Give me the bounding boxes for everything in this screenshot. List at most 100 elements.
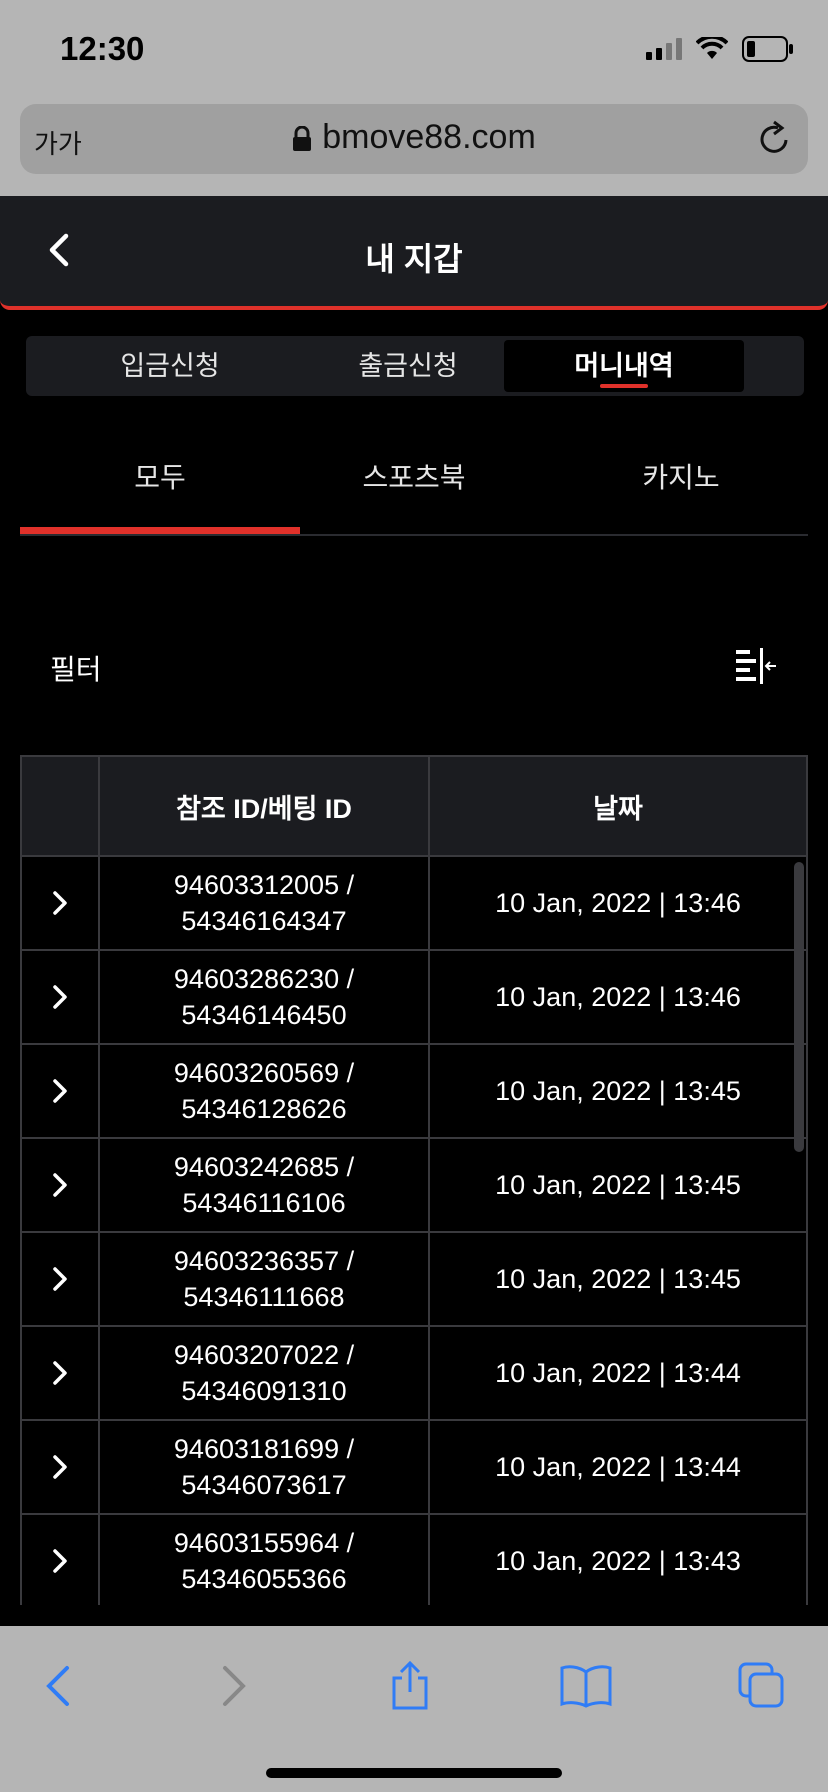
bet-id: 54346116106 — [182, 1188, 346, 1218]
ref-id: 94603260569 / — [173, 1058, 355, 1088]
reload-icon[interactable] — [758, 120, 792, 156]
expand-row-button[interactable] — [20, 1137, 100, 1233]
bet-id: 54346073617 — [181, 1470, 347, 1500]
share-button[interactable] — [380, 1656, 440, 1716]
history-table-container[interactable]: 참조 ID/베팅 ID 날짜 94603312005 / 54346164347 1… — [20, 755, 808, 1605]
chevron-right-icon — [223, 1666, 246, 1706]
date-cell: 10 Jan, 2022 | 13:46 — [428, 855, 808, 951]
ref-bet-id-cell: 94603155964 / 54346055366 — [98, 1513, 430, 1605]
chevron-right-icon — [53, 1549, 67, 1573]
bet-id: 54346091310 — [181, 1376, 347, 1406]
status-time: 12:30 — [60, 30, 145, 67]
table-row[interactable]: 94603181699 / 54346073617 10 Jan, 2022 | 1… — [20, 1419, 808, 1515]
expand-row-button[interactable] — [20, 949, 100, 1045]
filter-row: 필터 — [20, 624, 808, 708]
ref-id: 94603155964 / — [173, 1528, 355, 1558]
ref-id: 94603312005 / — [173, 870, 355, 900]
expand-row-button[interactable] — [20, 1419, 100, 1515]
table-scrollbar[interactable] — [794, 862, 804, 1152]
bookmarks-button[interactable] — [556, 1656, 616, 1716]
segment-label: 출금신청 — [358, 351, 458, 381]
share-icon — [392, 1660, 428, 1710]
url-text: bmove88.com — [322, 118, 536, 156]
tab-all[interactable]: 모두 — [20, 440, 300, 534]
ref-bet-id-cell: 94603242685 / 54346116106 — [98, 1137, 430, 1233]
chevron-right-icon — [53, 1267, 67, 1291]
ref-bet-id-cell: 94603286230 / 54346146450 — [98, 949, 430, 1045]
table-row[interactable]: 94603312005 / 54346164347 10 Jan, 2022 | 1… — [20, 855, 808, 951]
tab-casino[interactable]: 카지노 — [554, 440, 808, 534]
ref-id: 94603242685 / — [173, 1152, 355, 1182]
segment-deposit-request[interactable]: 입금신청 — [50, 340, 290, 392]
status-bar: 12:30 — [0, 0, 828, 96]
segment-label: 머니내역 — [574, 351, 674, 381]
header-date: 날짜 — [428, 755, 808, 857]
battery-icon — [742, 36, 793, 62]
bet-id: 54346146450 — [181, 1000, 347, 1030]
filter-label: 필터 — [50, 654, 102, 685]
segment-money-history[interactable]: 머니내역 — [504, 340, 744, 392]
tab-label: 카지노 — [642, 462, 720, 493]
history-category-tabs: 모두 스포츠북 카지노 — [20, 440, 808, 536]
expand-row-button[interactable] — [20, 1513, 100, 1605]
ref-id: 94603236357 / — [173, 1246, 355, 1276]
bet-id: 54346164347 — [181, 906, 347, 936]
expand-row-button[interactable] — [20, 855, 100, 951]
ref-bet-id-cell: 94603181699 / 54346073617 — [98, 1419, 430, 1515]
chevron-right-icon — [53, 1079, 67, 1103]
table-row[interactable]: 94603286230 / 54346146450 10 Jan, 2022 | 1… — [20, 949, 808, 1045]
tabs-button[interactable] — [732, 1656, 792, 1716]
filter-sort-icon[interactable] — [734, 646, 778, 686]
chevron-right-icon — [53, 1173, 67, 1197]
date-cell: 10 Jan, 2022 | 13:45 — [428, 1231, 808, 1327]
date-cell: 10 Jan, 2022 | 13:46 — [428, 949, 808, 1045]
book-icon — [560, 1665, 612, 1708]
tabs-icon — [738, 1662, 784, 1708]
chevron-right-icon — [53, 1455, 67, 1479]
table-row[interactable]: 94603242685 / 54346116106 10 Jan, 2022 | 1… — [20, 1137, 808, 1233]
lock-icon — [293, 126, 312, 152]
page-title: 내 지갑 — [365, 241, 463, 277]
table-row[interactable]: 94603236357 / 54346111668 10 Jan, 2022 | 1… — [20, 1231, 808, 1327]
tab-sportsbook[interactable]: 스포츠북 — [274, 440, 554, 534]
header-ref-id: 참조 ID/베팅 ID — [98, 755, 430, 857]
table-header-row: 참조 ID/베팅 ID 날짜 — [20, 755, 808, 857]
table-row[interactable]: 94603260569 / 54346128626 10 Jan, 2022 | 1… — [20, 1043, 808, 1139]
segment-label: 입금신청 — [120, 351, 220, 381]
expand-row-button[interactable] — [20, 1231, 100, 1327]
ref-id: 94603181699 / — [173, 1434, 355, 1464]
status-icons — [646, 36, 794, 62]
tab-label: 스포츠북 — [362, 462, 466, 493]
chevron-left-icon — [46, 1666, 69, 1706]
app-header: 내 지갑 — [0, 196, 828, 310]
ref-bet-id-cell: 94603312005 / 54346164347 — [98, 855, 430, 951]
ref-bet-id-cell: 94603207022 / 54346091310 — [98, 1325, 430, 1421]
table-row[interactable]: 94603207022 / 54346091310 10 Jan, 2022 | 1… — [20, 1325, 808, 1421]
table-row[interactable]: 94603155964 / 54346055366 10 Jan, 2022 | 1… — [20, 1513, 808, 1605]
signal-icon — [646, 38, 682, 60]
address-bar[interactable]: 가가 bmove88.com — [20, 104, 808, 174]
history-table: 참조 ID/베팅 ID 날짜 94603312005 / 54346164347 1… — [20, 755, 808, 1605]
header-expand — [20, 755, 100, 857]
date-cell: 10 Jan, 2022 | 13:43 — [428, 1513, 808, 1605]
browser-back-button[interactable] — [28, 1656, 88, 1716]
browser-forward-button[interactable] — [204, 1656, 264, 1716]
ref-bet-id-cell: 94603236357 / 54346111668 — [98, 1231, 430, 1327]
tab-label: 모두 — [134, 462, 186, 493]
ref-bet-id-cell: 94603260569 / 54346128626 — [98, 1043, 430, 1139]
ref-id: 94603207022 / — [173, 1340, 355, 1370]
expand-row-button[interactable] — [20, 1043, 100, 1139]
wallet-segment-control: 입금신청 출금신청 머니내역 — [26, 336, 804, 396]
ref-id: 94603286230 / — [173, 964, 355, 994]
bet-id: 54346128626 — [181, 1094, 347, 1124]
segment-withdraw-request[interactable]: 출금신청 — [288, 340, 528, 392]
expand-row-button[interactable] — [20, 1325, 100, 1421]
date-cell: 10 Jan, 2022 | 13:44 — [428, 1419, 808, 1515]
date-cell: 10 Jan, 2022 | 13:44 — [428, 1325, 808, 1421]
chevron-right-icon — [53, 1361, 67, 1385]
active-indicator — [600, 384, 648, 388]
bet-id: 54346055366 — [181, 1564, 347, 1594]
browser-toolbar — [0, 1626, 828, 1792]
url-display[interactable]: bmove88.com — [20, 118, 808, 157]
date-cell: 10 Jan, 2022 | 13:45 — [428, 1043, 808, 1139]
